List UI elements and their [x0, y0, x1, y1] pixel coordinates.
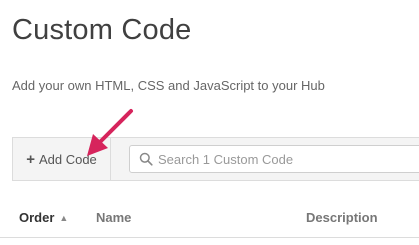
page-title: Custom Code [12, 14, 192, 46]
column-header-description[interactable]: Description [306, 210, 378, 225]
search-box[interactable] [129, 145, 419, 173]
search-icon [139, 152, 153, 166]
plus-icon: + [26, 150, 35, 168]
table-header: Order ▲ Name Description [0, 198, 419, 238]
search-input[interactable] [158, 146, 419, 172]
sort-ascending-icon: ▲ [59, 213, 69, 223]
toolbar: + Add Code [12, 137, 419, 181]
column-header-order[interactable]: Order ▲ [19, 210, 68, 225]
column-header-name[interactable]: Name [96, 210, 131, 225]
page-subtitle: Add your own HTML, CSS and JavaScript to… [12, 78, 325, 93]
annotation-arrow-icon [87, 109, 133, 156]
